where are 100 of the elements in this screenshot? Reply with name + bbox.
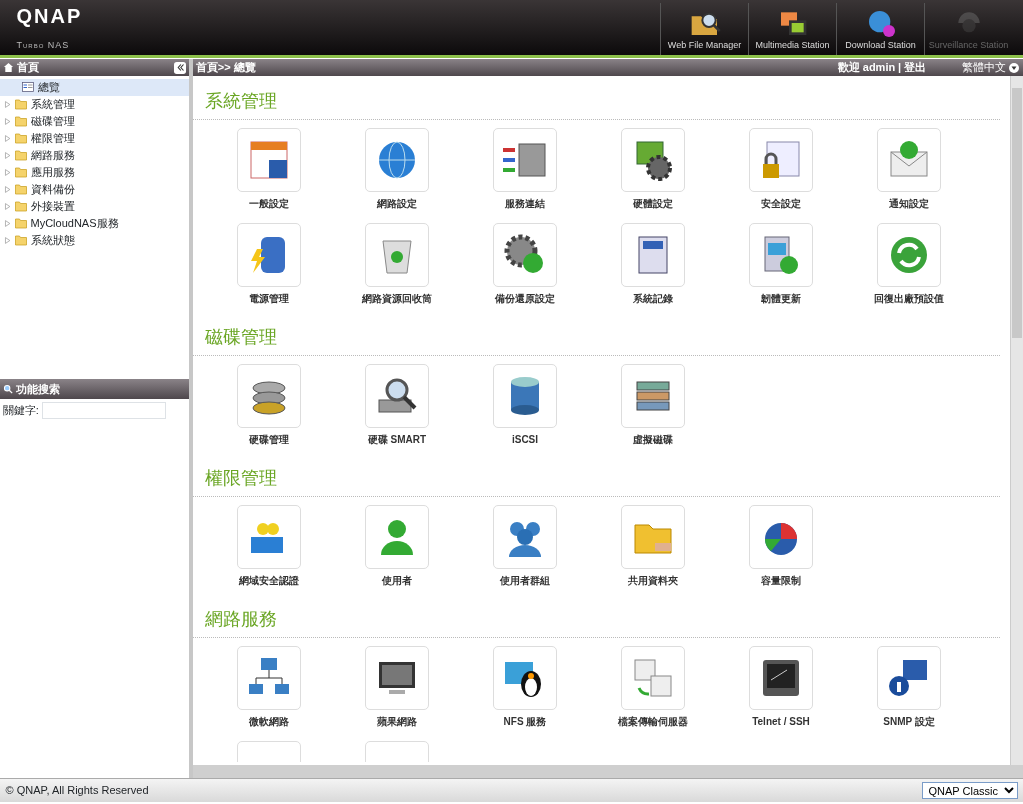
folder-icon xyxy=(13,234,28,247)
language-selector[interactable]: 繁體中文 xyxy=(961,59,1006,76)
app-tile[interactable] xyxy=(749,223,813,287)
app-label: SNMP 設定 xyxy=(883,715,935,729)
folder-icon xyxy=(13,98,28,111)
double-chevron-icon xyxy=(175,63,185,72)
collapsed-triangle-icon xyxy=(4,219,11,227)
panel-title: 功能搜索 xyxy=(15,381,60,397)
app-label: 服務連結 xyxy=(505,197,545,211)
collapsed-triangle-icon xyxy=(4,134,11,142)
app-label: 安全設定 xyxy=(761,197,801,211)
app-label: 虛擬磁碟 xyxy=(633,433,673,447)
app-tile[interactable] xyxy=(365,223,429,287)
app-tile[interactable] xyxy=(877,223,941,287)
app-label: 韌體更新 xyxy=(761,292,801,306)
keyword-field[interactable] xyxy=(41,401,166,419)
section-title: 網路服務 xyxy=(193,594,1000,638)
tree-item[interactable]: 系統管理 xyxy=(0,95,189,113)
app-tile[interactable] xyxy=(621,128,685,192)
app-tile[interactable] xyxy=(493,505,557,569)
tree-item[interactable]: 磁碟管理 xyxy=(0,112,189,130)
station-button[interactable]: Download Station xyxy=(836,2,924,55)
app-tile[interactable] xyxy=(621,223,685,287)
folder-icon xyxy=(13,132,28,145)
app-label: 硬碟管理 xyxy=(249,433,289,447)
app-label: 網路資源回收筒 xyxy=(362,292,432,306)
tree-item[interactable]: 網路服務 xyxy=(0,146,189,164)
vertical-scrollbar[interactable] xyxy=(1010,76,1023,765)
app-tile[interactable] xyxy=(493,223,557,287)
app-tile[interactable] xyxy=(877,646,941,710)
breadcrumb-text: 首頁>> 總覽 xyxy=(195,60,256,76)
theme-select[interactable]: QNAP Classic xyxy=(921,782,1018,799)
section-title: 系統管理 xyxy=(193,76,1000,120)
collapsed-triangle-icon xyxy=(4,168,11,176)
app-tile[interactable] xyxy=(621,364,685,428)
app-tile[interactable] xyxy=(365,128,429,192)
logo: QNAP xyxy=(16,5,83,26)
tree-item[interactable]: 應用服務 xyxy=(0,163,189,181)
copyright-text: © QNAP, All Rights Reserved xyxy=(5,783,149,799)
app-tile[interactable] xyxy=(621,505,685,569)
collapsed-triangle-icon xyxy=(4,117,11,125)
tree-item[interactable]: 總覽 xyxy=(0,78,189,96)
app-label: NFS 服務 xyxy=(503,715,547,729)
app-tile[interactable] xyxy=(749,505,813,569)
home-icon xyxy=(2,62,14,73)
app-label: 檔案傳輸伺服器 xyxy=(618,715,688,729)
app-tile[interactable] xyxy=(365,364,429,428)
app-label: 蘋果網路 xyxy=(377,715,417,729)
app-label: Telnet / SSH xyxy=(752,715,810,729)
app-label: 硬體設定 xyxy=(633,197,673,211)
logout-link[interactable]: 登出 xyxy=(903,59,926,76)
app-label: 備份還原設定 xyxy=(495,292,555,306)
app-label: 回復出廠預設值 xyxy=(874,292,944,306)
app-label: 使用者群組 xyxy=(500,574,550,588)
app-tile[interactable] xyxy=(493,128,557,192)
app-tile[interactable] xyxy=(877,128,941,192)
panel-title: 首頁 xyxy=(16,60,39,76)
collapsed-triangle-icon xyxy=(4,151,11,159)
folder-icon xyxy=(13,166,28,179)
search-icon xyxy=(2,383,13,394)
folder-icon xyxy=(13,115,28,128)
folder-icon xyxy=(13,217,28,230)
collapsed-triangle-icon xyxy=(4,185,11,193)
welcome-text: 歡迎 admin xyxy=(837,60,896,76)
station-button[interactable]: Multimedia Station xyxy=(748,2,836,55)
app-label: 微軟網路 xyxy=(249,715,289,729)
app-label: 容量限制 xyxy=(761,574,801,588)
tree-item[interactable]: 資料備份 xyxy=(0,180,189,198)
app-tile[interactable] xyxy=(237,364,301,428)
collapsed-triangle-icon xyxy=(4,100,11,108)
app-label: 硬碟 SMART xyxy=(367,433,427,447)
app-tile[interactable] xyxy=(365,505,429,569)
tree-item[interactable]: 外接裝置 xyxy=(0,197,189,215)
tree-item[interactable]: MyCloudNAS服務 xyxy=(0,214,189,232)
overview-icon xyxy=(20,81,35,94)
app-label: 電源管理 xyxy=(249,292,289,306)
folder-icon xyxy=(13,183,28,196)
app-tile[interactable] xyxy=(237,646,301,710)
app-tile[interactable] xyxy=(237,128,301,192)
app-tile[interactable] xyxy=(749,128,813,192)
station-button[interactable]: Web File Manager xyxy=(660,2,748,55)
collapse-button[interactable] xyxy=(174,61,187,74)
app-tile[interactable] xyxy=(493,364,557,428)
app-label: 共用資料夾 xyxy=(628,574,678,588)
app-tile[interactable] xyxy=(365,646,429,710)
logo-subtitle: Turbo NAS xyxy=(16,38,71,52)
horizontal-scrollbar[interactable] xyxy=(193,765,1023,778)
app-tile[interactable] xyxy=(621,646,685,710)
app-tile[interactable] xyxy=(749,646,813,710)
app-label: 使用者 xyxy=(382,574,412,588)
section-title: 磁碟管理 xyxy=(193,312,1000,356)
tree-item[interactable]: 系統狀態 xyxy=(0,231,189,249)
app-tile[interactable] xyxy=(237,505,301,569)
app-label: 系統記錄 xyxy=(633,292,673,306)
app-tile[interactable] xyxy=(237,223,301,287)
app-tile[interactable] xyxy=(493,646,557,710)
separator-text: | xyxy=(897,60,901,76)
folder-icon xyxy=(13,200,28,213)
app-label: 一般設定 xyxy=(249,197,289,211)
tree-item[interactable]: 權限管理 xyxy=(0,129,189,147)
